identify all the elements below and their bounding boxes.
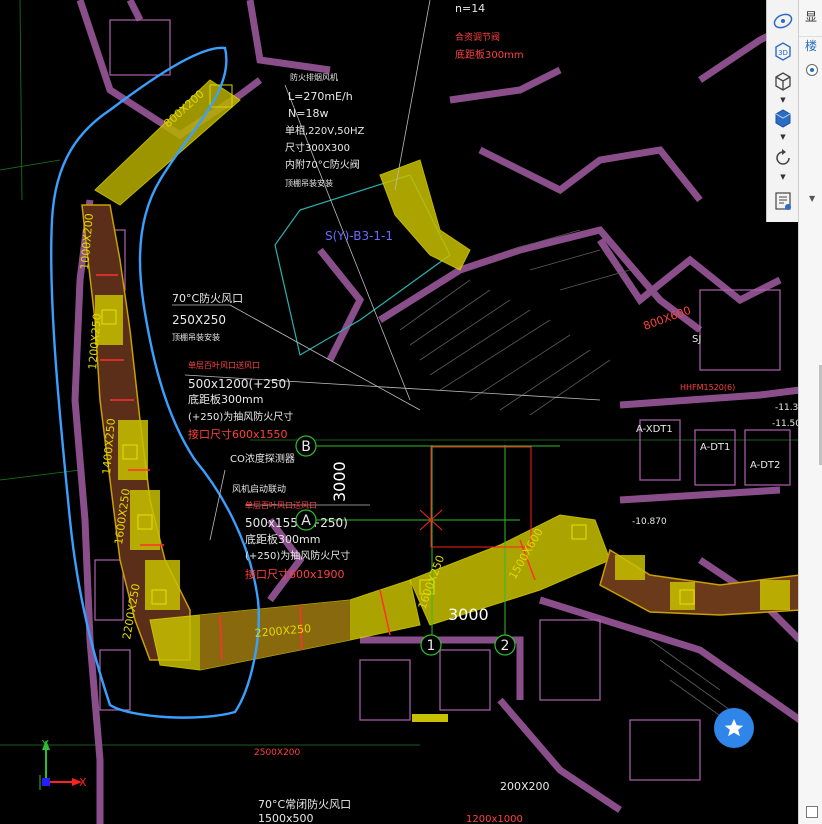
axis-bubble-a: A — [295, 509, 317, 531]
svg-text:2: 2 — [501, 638, 510, 654]
small-yellow-grille — [412, 714, 448, 722]
outlet2-title: 单层百叶风口送风口 — [245, 500, 317, 510]
right-elev-c: -10.870 — [632, 517, 667, 527]
chevron-down-icon[interactable]: ▼ — [779, 173, 787, 181]
outlet1-annotation: 单层百叶风口送风口 500x1200(+250) 底距板300mm (+250)… — [188, 360, 293, 441]
star-icon — [724, 718, 744, 737]
top-note2: 底距板300mm — [455, 48, 524, 61]
fan-voltage: 单相,220V,50HZ — [285, 124, 365, 137]
bottom-valve-size: 1500x500 — [258, 812, 314, 824]
bottom-size-b: 1200x1000 — [466, 814, 523, 824]
fan-size: 尺寸300X300 — [285, 141, 350, 154]
duct-label-200x200: 200X200 — [500, 780, 550, 793]
axis-bubble-1: 1 — [420, 634, 442, 656]
view-toolbar: 3D ▼ ▼ ▼ — [766, 0, 799, 222]
outlet1-neck: 接口尺寸600x1550 — [188, 427, 288, 441]
outlet1-title: 单层百叶风口送风口 — [188, 360, 260, 370]
duct-fan-branch — [379, 159, 471, 271]
valve-70-label: 70°C防火风口 — [172, 291, 243, 305]
valve-70-note: 顶棚吊装安装 — [172, 332, 220, 342]
top-n: n=14 — [455, 2, 485, 15]
ucs-y-label: Y — [41, 738, 49, 751]
valve-70-size: 250X250 — [172, 313, 226, 327]
duct-label-2500x200: 2500X200 — [254, 748, 301, 758]
panel-checkbox[interactable] — [806, 806, 818, 818]
properties-panel: 显 楼 ▼ — [798, 0, 822, 824]
axis-bubble-2: 2 — [494, 634, 516, 656]
room-tag: S(Y)-B3-1-1 — [325, 229, 393, 243]
solid-view-icon[interactable] — [770, 105, 796, 131]
chevron-down-icon[interactable]: ▼ — [809, 194, 815, 203]
outlet2-height: 底距板300mm — [245, 532, 320, 546]
panel-tab-floor[interactable]: 楼 — [799, 36, 822, 58]
favorite-fab-button[interactable] — [714, 708, 754, 748]
sj-label: SJ — [692, 334, 701, 345]
fan-flow: L=270mE/h — [288, 90, 353, 103]
bottom-valve-label: 70°C常闭防火风口 — [258, 797, 351, 811]
dim-vertical: 3000 — [330, 461, 349, 502]
crosshair — [419, 446, 532, 548]
outlet1-size: 500x1200(+250) — [188, 377, 291, 391]
ucs-x-label: X — [79, 776, 87, 789]
fan-power: N=18w — [288, 107, 328, 120]
svg-text:B: B — [301, 439, 311, 455]
valve-70-annotation: 70°C防火风口 250X250 顶棚吊装安装 — [172, 291, 243, 342]
chevron-down-icon[interactable]: ▼ — [779, 133, 787, 141]
fan-annotation: 防火排烟风机 L=270mE/h N=18w 单相,220V,50HZ 尺寸30… — [285, 72, 365, 188]
svg-text:A: A — [301, 513, 311, 529]
panel-radio[interactable] — [806, 64, 818, 76]
fan-link-label: 风机启动联动 — [232, 483, 286, 495]
right-label-b: A-DT1 — [700, 442, 730, 453]
right-label-a: A-XDT1 — [636, 424, 673, 435]
axis-bubble-b: B — [295, 435, 317, 457]
outlet2-neck: 接口尺寸600x1900 — [245, 567, 345, 581]
svg-text:3D: 3D — [778, 49, 788, 57]
layer-list-icon[interactable] — [770, 188, 796, 214]
outlet2-extra: (+250)为抽风防火尺寸 — [245, 549, 350, 562]
dim-horizontal: 3000 — [448, 605, 489, 624]
outlet1-extra: (+250)为抽风防火尺寸 — [188, 410, 293, 423]
duct-upper-diagonal — [94, 79, 241, 206]
bottom-valve-annotation: 70°C常闭防火风口 1500x500 1200x1000 — [258, 797, 523, 824]
svg-text:1: 1 — [427, 638, 436, 654]
3d-view-icon[interactable]: 3D — [770, 38, 796, 64]
co-detector-label: CO浓度探测器 — [230, 452, 295, 465]
hatch-areas — [399, 229, 741, 731]
cad-drawing-canvas[interactable]: 防火排烟风机 L=270mE/h N=18w 单相,220V,50HZ 尺寸30… — [0, 0, 822, 824]
top-note1: 合资调节阀 — [455, 31, 500, 43]
ucs-icon: Y X — [41, 738, 87, 789]
fan-title: 防火排烟风机 — [290, 72, 338, 82]
fan-temp: 内附70°C防火阀 — [285, 158, 360, 171]
panel-tab-display[interactable]: 显 — [799, 8, 822, 30]
fan-install: 顶棚吊装安装 — [285, 178, 333, 188]
right-label-c: A-DT2 — [750, 460, 780, 471]
hw-label: HHFM1520(6) — [680, 383, 735, 392]
cube-view-icon[interactable] — [770, 68, 796, 94]
outlet1-height: 底距板300mm — [188, 392, 263, 406]
chevron-down-icon[interactable]: ▼ — [779, 96, 787, 104]
rotate-icon[interactable] — [770, 145, 796, 171]
orbit-icon[interactable] — [770, 8, 796, 34]
